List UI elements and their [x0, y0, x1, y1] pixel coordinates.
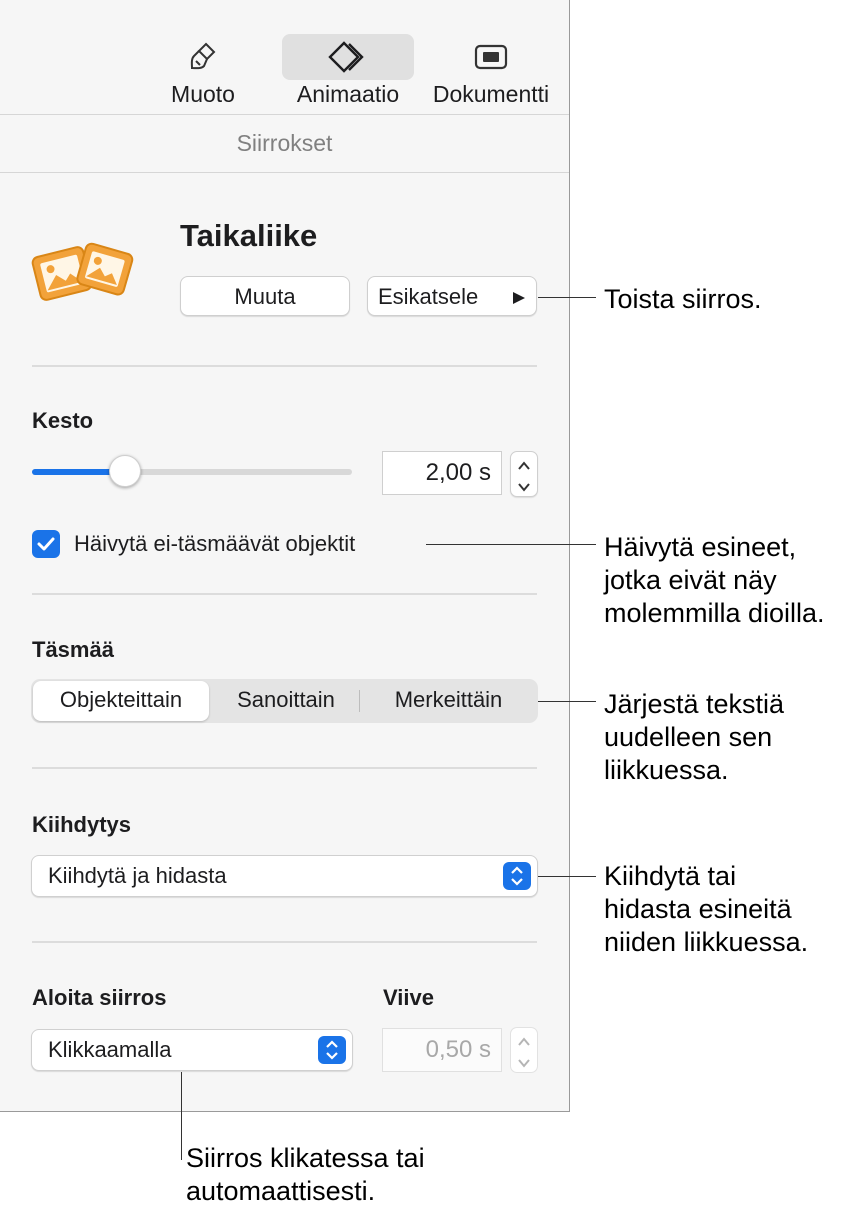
match-option-characters[interactable]: Merkeittäin [361, 679, 536, 723]
delay-field: 0,50 s [382, 1028, 502, 1072]
acceleration-value: Kiihdytä ja hidasta [48, 863, 227, 888]
fade-checkbox-label: Häivytä ei-täsmäävät objektit [74, 531, 356, 556]
callout-start: Siirros klikatessa tai automaattisesti. [186, 1143, 425, 1206]
callout-line-acceleration [538, 876, 596, 877]
chevron-up-icon [518, 1037, 530, 1046]
tab-animate-label: Animaatio [296, 81, 400, 107]
magic-move-icon [31, 242, 134, 301]
start-value: Klikkaamalla [48, 1037, 172, 1062]
duration-slider[interactable] [32, 455, 352, 487]
tab-animate[interactable]: Animaatio [282, 34, 414, 112]
match-option-words[interactable]: Sanoittain [213, 679, 359, 723]
start-popup[interactable]: Klikkaamalla [31, 1029, 353, 1071]
callout-fade: Häivytä esineet, jotka eivät näy molemmi… [604, 532, 825, 628]
chevron-up-icon[interactable] [511, 455, 537, 477]
chevron-down-icon[interactable] [511, 476, 537, 498]
preview-button-label: Esikatsele [378, 284, 479, 309]
paintbrush-icon [190, 42, 216, 70]
duration-slider-knob[interactable] [109, 455, 141, 487]
chevron-down-icon [518, 1059, 530, 1068]
inspector-panel: Muoto Animaatio Dokumentti Siirrokset Ta… [0, 0, 570, 1112]
inspector-toolbar: Muoto Animaatio Dokumentti [0, 0, 569, 115]
delay-stepper [510, 1027, 538, 1073]
play-icon [513, 292, 525, 304]
callout-line-preview [538, 297, 596, 298]
callout-line-match [538, 701, 596, 702]
fade-checkbox[interactable] [32, 530, 60, 558]
callout-match: Järjestä tekstiä uudelleen sen liikkuess… [604, 689, 785, 785]
preview-button[interactable]: Esikatsele [367, 276, 537, 316]
animation-diamond-icon [328, 41, 364, 73]
duration-label: Kesto [32, 408, 94, 433]
tab-document-label: Dokumentti [432, 81, 550, 107]
match-option-objects[interactable]: Objekteittain [33, 681, 209, 721]
callout-preview: Toista siirros. [604, 284, 762, 314]
transition-name: Taikaliike [180, 218, 318, 253]
divider [32, 593, 537, 595]
tab-document[interactable]: Dokumentti [424, 34, 558, 112]
document-rectangle-icon [474, 44, 508, 70]
duration-field[interactable]: 2,00 s [382, 451, 502, 495]
divider [32, 365, 537, 367]
callout-acceleration: Kiihdytä tai hidasta esineitä niiden lii… [604, 861, 809, 957]
match-label: Täsmää [32, 637, 114, 662]
tab-format[interactable]: Muoto [150, 34, 256, 112]
acceleration-popup[interactable]: Kiihdytä ja hidasta [31, 855, 538, 897]
segment-separator [359, 690, 360, 712]
divider [32, 767, 537, 769]
callout-line-start [181, 1072, 182, 1160]
callout-line-fade [426, 544, 596, 545]
checkmark-icon [37, 537, 55, 551]
duration-stepper[interactable] [510, 451, 538, 497]
match-segmented-control: Objekteittain Sanoittain Merkeittäin [31, 679, 538, 723]
divider [32, 941, 537, 943]
tab-format-label: Muoto [171, 81, 235, 107]
popup-arrows-icon [318, 1036, 346, 1064]
delay-label: Viive [383, 985, 434, 1010]
acceleration-label: Kiihdytys [32, 812, 132, 837]
section-title: Siirrokset [0, 114, 569, 173]
change-button[interactable]: Muuta [180, 276, 350, 316]
popup-arrows-icon [503, 862, 531, 890]
start-label: Aloita siirros [32, 985, 167, 1010]
